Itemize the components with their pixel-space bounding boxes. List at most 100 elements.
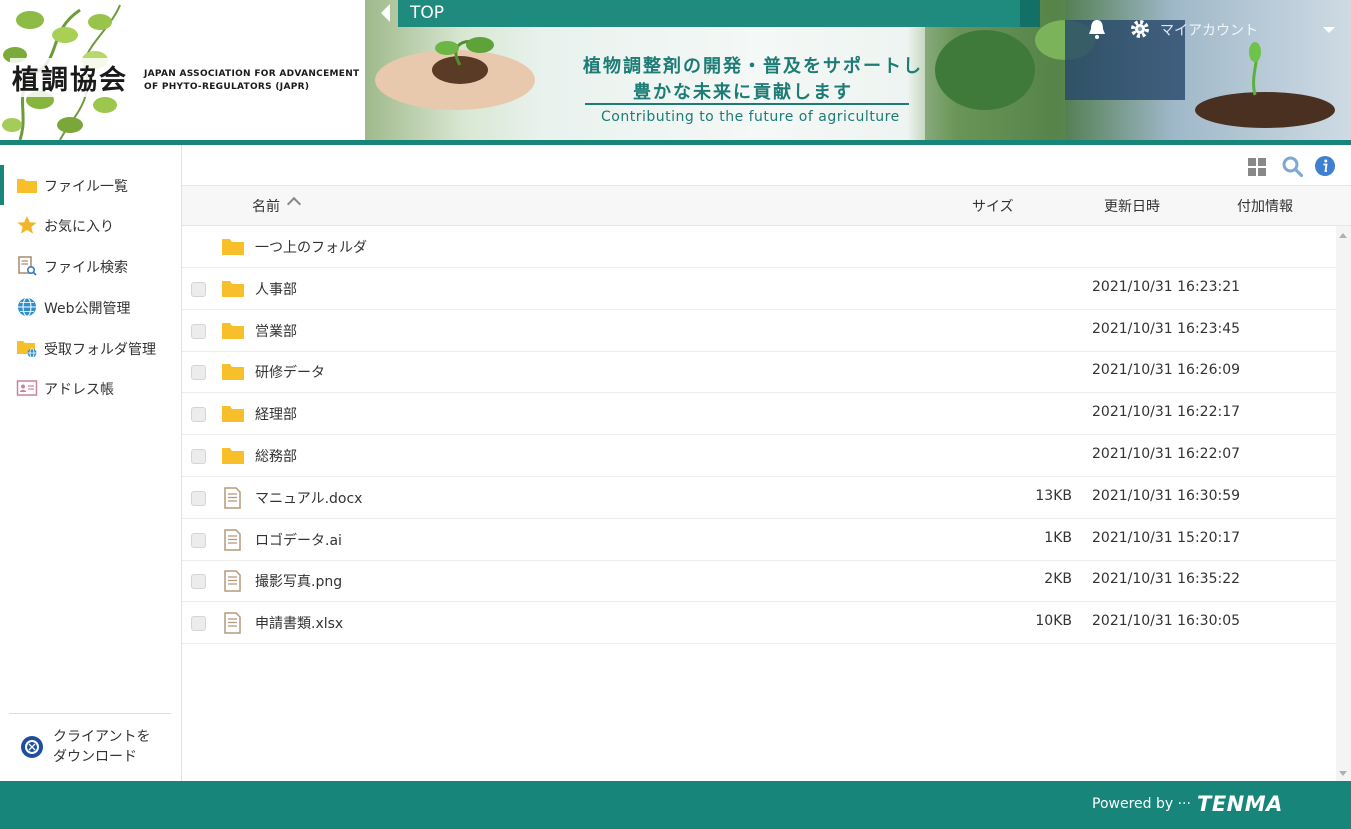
folder-name[interactable]: 経理部 <box>255 404 297 424</box>
client-download-button[interactable]: クライアントを ダウンロード <box>0 725 181 769</box>
toolbar <box>182 145 1351 186</box>
chevron-down-icon[interactable] <box>1323 27 1335 33</box>
document-icon <box>224 487 241 509</box>
footer: Powered by ··· TENMA <box>0 781 1351 829</box>
sidebar: ファイル一覧 お気に入り ファイル検索 Web公開管理 受取フォルダ管理 アドレ… <box>0 145 182 781</box>
row-checkbox[interactable] <box>191 324 206 339</box>
document-icon <box>224 529 241 551</box>
back-arrow-icon[interactable] <box>381 4 390 22</box>
table-row[interactable]: 人事部 2021/10/31 16:23:21 <box>182 268 1336 310</box>
column-header-extra-info[interactable]: 付加情報 <box>1237 196 1293 216</box>
parent-folder-label[interactable]: 一つ上のフォルダ <box>255 237 367 257</box>
scroll-up-arrow-icon[interactable] <box>1339 233 1347 238</box>
sidebar-item-address-book[interactable]: アドレス帳 <box>0 368 181 408</box>
modified-date: 2021/10/31 16:23:45 <box>1092 321 1241 337</box>
row-checkbox[interactable] <box>191 574 206 589</box>
star-icon <box>17 216 37 234</box>
sidebar-item-label: 受取フォルダ管理 <box>44 342 156 358</box>
sidebar-item-favorites[interactable]: お気に入り <box>0 205 181 245</box>
banner-tagline-1: 植物調整剤の開発・普及をサポートし <box>583 56 923 77</box>
modified-date: 2021/10/31 16:26:09 <box>1092 362 1241 378</box>
client-download-icon <box>21 736 43 758</box>
info-icon[interactable] <box>1315 156 1335 176</box>
client-download-line1: クライアントを <box>53 729 151 745</box>
table-row[interactable]: ロゴデータ.ai 1KB 2021/10/31 15:20:17 <box>182 519 1336 561</box>
search-icon[interactable] <box>1282 156 1303 177</box>
folder-icon <box>222 323 244 339</box>
folder-name[interactable]: 営業部 <box>255 321 297 341</box>
account-menu[interactable]: マイアカウント <box>1160 20 1258 40</box>
table-row[interactable]: 経理部 2021/10/31 16:22:17 <box>182 393 1336 435</box>
folder-name[interactable]: 人事部 <box>255 279 297 299</box>
table-row[interactable]: マニュアル.docx 13KB 2021/10/31 16:30:59 <box>182 477 1336 519</box>
row-checkbox[interactable] <box>191 616 206 631</box>
folder-icon <box>222 239 244 255</box>
banner-divider <box>585 103 909 105</box>
modified-date: 2021/10/31 15:20:17 <box>1092 530 1241 546</box>
file-name[interactable]: 撮影写真.png <box>255 571 342 591</box>
folder-name[interactable]: 研修データ <box>255 362 325 382</box>
file-list-header: 名前 サイズ 更新日時 付加情報 <box>182 186 1351 226</box>
file-name[interactable]: マニュアル.docx <box>255 488 362 508</box>
sidebar-item-receive-folder[interactable]: 受取フォルダ管理 <box>0 328 181 368</box>
scrollbar[interactable] <box>1336 226 1351 781</box>
row-checkbox[interactable] <box>191 491 206 506</box>
folder-icon <box>222 406 244 422</box>
logo-title: 植調協会 <box>10 58 130 97</box>
header: 植調協会 JAPAN ASSOCIATION FOR ADVANCEMENT O… <box>0 0 1351 140</box>
row-checkbox[interactable] <box>191 407 206 422</box>
sidebar-item-label: ファイル検索 <box>44 260 128 276</box>
modified-date: 2021/10/31 16:35:22 <box>1092 571 1241 587</box>
file-size: 13KB <box>1035 488 1072 504</box>
client-download-line2: ダウンロード <box>53 749 137 765</box>
breadcrumb[interactable]: TOP <box>398 0 1040 27</box>
scroll-down-arrow-icon[interactable] <box>1339 771 1347 776</box>
file-name[interactable]: 申請書類.xlsx <box>255 613 343 633</box>
column-header-size[interactable]: サイズ <box>972 196 1014 216</box>
file-size: 1KB <box>1044 530 1072 546</box>
folder-name[interactable]: 総務部 <box>255 446 297 466</box>
file-list: 一つ上のフォルダ 人事部 2021/10/31 16:23:21 営業部 2021/1… <box>182 226 1336 781</box>
table-row[interactable]: 営業部 2021/10/31 16:23:45 <box>182 310 1336 352</box>
tenma-logo: TENMA <box>1197 792 1283 816</box>
folder-icon <box>222 448 244 464</box>
powered-by-label: Powered by ··· <box>1092 796 1191 812</box>
bell-icon[interactable] <box>1088 19 1106 39</box>
sidebar-item-file-search[interactable]: ファイル検索 <box>0 246 181 286</box>
table-row[interactable]: 研修データ 2021/10/31 16:26:09 <box>182 351 1336 393</box>
banner-tagline-en: Contributing to the future of agricultur… <box>601 109 900 125</box>
breadcrumb-tail <box>1020 0 1040 27</box>
row-checkbox[interactable] <box>191 449 206 464</box>
inbox-folder-icon <box>17 341 37 358</box>
sidebar-item-web-publish[interactable]: Web公開管理 <box>0 287 181 327</box>
row-checkbox[interactable] <box>191 282 206 297</box>
sidebar-item-file-list[interactable]: ファイル一覧 <box>0 165 181 205</box>
banner-tagline-2: 豊かな未来に貢献します <box>633 82 853 103</box>
file-search-icon <box>18 256 37 276</box>
file-size: 2KB <box>1044 571 1072 587</box>
row-checkbox[interactable] <box>191 365 206 380</box>
modified-date: 2021/10/31 16:30:05 <box>1092 613 1241 629</box>
folder-icon <box>17 179 37 193</box>
modified-date: 2021/10/31 16:23:21 <box>1092 279 1241 295</box>
document-icon <box>224 570 241 592</box>
document-icon <box>224 612 241 634</box>
parent-folder-row[interactable]: 一つ上のフォルダ <box>182 226 1336 268</box>
table-row[interactable]: 申請書類.xlsx 10KB 2021/10/31 16:30:05 <box>182 602 1336 644</box>
sidebar-item-label: Web公開管理 <box>44 301 131 317</box>
file-name[interactable]: ロゴデータ.ai <box>255 530 342 550</box>
column-header-name[interactable]: 名前 <box>252 196 280 216</box>
column-header-modified[interactable]: 更新日時 <box>1104 196 1160 216</box>
address-book-icon <box>16 380 38 396</box>
row-checkbox[interactable] <box>191 533 206 548</box>
table-row[interactable]: 総務部 2021/10/31 16:22:07 <box>182 435 1336 477</box>
gear-icon[interactable] <box>1130 19 1150 39</box>
sidebar-item-label: アドレス帳 <box>44 382 114 398</box>
logo-subtitle: JAPAN ASSOCIATION FOR ADVANCEMENT OF PHY… <box>144 69 360 92</box>
grid-view-icon[interactable] <box>1248 158 1266 176</box>
sidebar-divider <box>9 713 171 714</box>
table-row[interactable]: 撮影写真.png 2KB 2021/10/31 16:35:22 <box>182 560 1336 602</box>
logo-area[interactable]: 植調協会 JAPAN ASSOCIATION FOR ADVANCEMENT O… <box>0 0 365 140</box>
breadcrumb-top[interactable]: TOP <box>410 3 444 23</box>
globe-icon <box>18 297 36 317</box>
